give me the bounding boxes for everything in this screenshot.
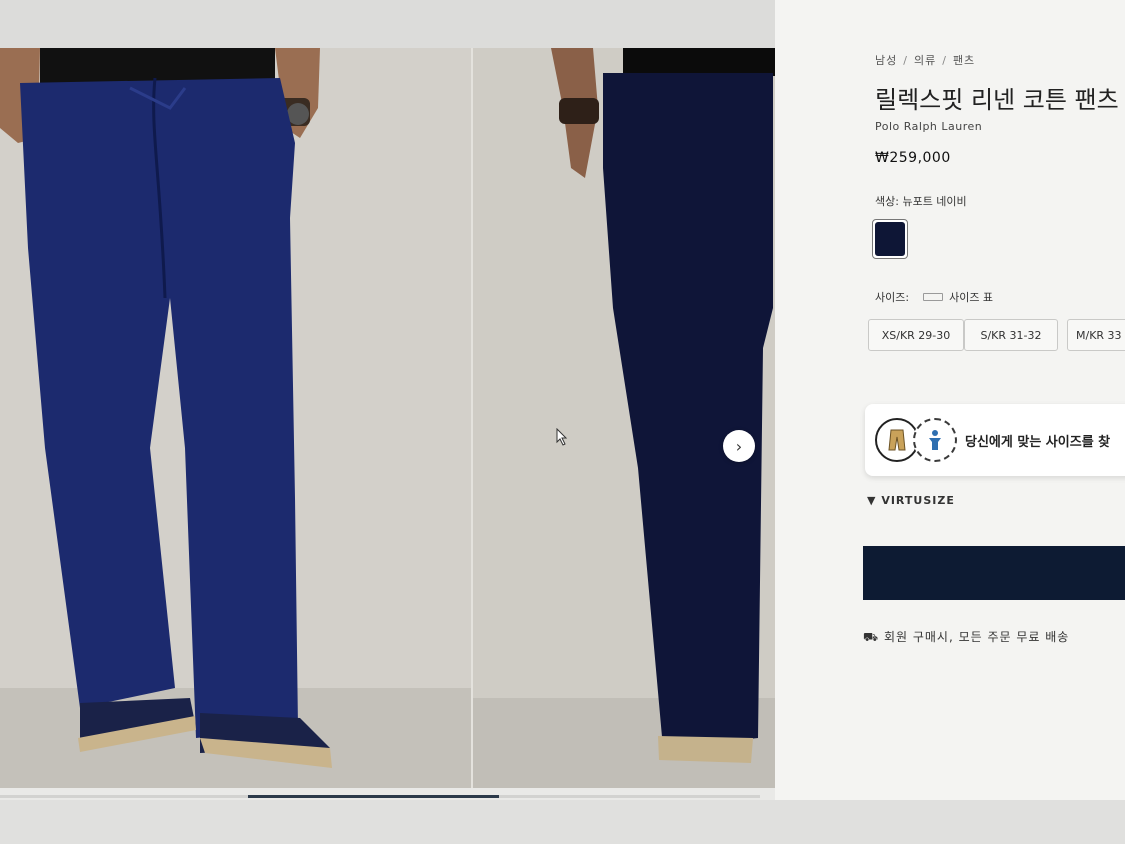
- breadcrumb-item-men[interactable]: 남성: [875, 54, 897, 67]
- shipping-text: 회원 구매시, 모든 주문 무료 배송: [883, 630, 1070, 644]
- person-icon: [913, 418, 957, 462]
- size-selection-label: 사이즈: 사이즈 표: [875, 289, 993, 305]
- virtusize-label: VIRTUSIZE: [881, 494, 955, 507]
- size-option-m[interactable]: M/KR 33: [1067, 319, 1125, 351]
- gallery-progress-thumb[interactable]: [248, 795, 499, 798]
- shipping-info: ⛟ 회원 구매시, 모든 주문 무료 배송: [863, 628, 1069, 646]
- color-label: 색상:: [875, 195, 899, 208]
- color-swatch-selected[interactable]: [872, 219, 908, 259]
- breadcrumb-separator: /: [942, 54, 947, 67]
- ruler-icon: [923, 293, 944, 301]
- brand-name[interactable]: Polo Ralph Lauren: [875, 120, 982, 133]
- product-title: 릴렉스핏 리넨 코튼 팬츠: [875, 86, 1119, 114]
- size-option-s[interactable]: S/KR 31-32: [964, 319, 1058, 351]
- product-gallery[interactable]: ›: [0, 48, 775, 788]
- product-price: ₩259,000: [875, 150, 951, 166]
- breadcrumb-item-pants[interactable]: 팬츠: [953, 54, 975, 67]
- color-swatch-navy: [875, 222, 905, 256]
- virtusize-logo-icon: ▼: [867, 494, 877, 507]
- chevron-right-icon: ›: [735, 436, 743, 456]
- size-chart-link[interactable]: 사이즈 표: [949, 289, 993, 305]
- breadcrumb-item-clothing[interactable]: 의류: [914, 54, 936, 67]
- product-photo-front[interactable]: [0, 48, 471, 788]
- fit-finder-text: 당신에게 맞는 사이즈를 찾: [965, 435, 1111, 450]
- breadcrumb: 남성 / 의류 / 팬츠: [875, 52, 975, 68]
- product-info-panel: 남성 / 의류 / 팬츠 릴렉스핏 리넨 코튼 팬츠 Polo Ralph Lauren…: [775, 0, 1125, 844]
- mouse-pointer-icon: [556, 427, 568, 450]
- color-value: 뉴포트 네이비: [902, 195, 967, 208]
- breadcrumb-separator: /: [903, 54, 908, 67]
- screen-bottom-strip: [0, 800, 1125, 844]
- virtusize-fit-finder-button[interactable]: 당신에게 맞는 사이즈를 찾: [865, 404, 1125, 476]
- gallery-next-button[interactable]: ›: [723, 430, 755, 462]
- gallery-progress-track[interactable]: [0, 795, 760, 798]
- size-option-xs[interactable]: XS/KR 29-30: [868, 319, 964, 351]
- virtusize-logo: ▼ VIRTUSIZE: [867, 494, 955, 507]
- color-selection-label: 색상: 뉴포트 네이비: [875, 193, 967, 209]
- product-photo-side[interactable]: [473, 48, 775, 788]
- size-label: 사이즈:: [875, 291, 910, 304]
- truck-icon: ⛟: [863, 630, 880, 644]
- add-to-cart-button[interactable]: [863, 546, 1125, 600]
